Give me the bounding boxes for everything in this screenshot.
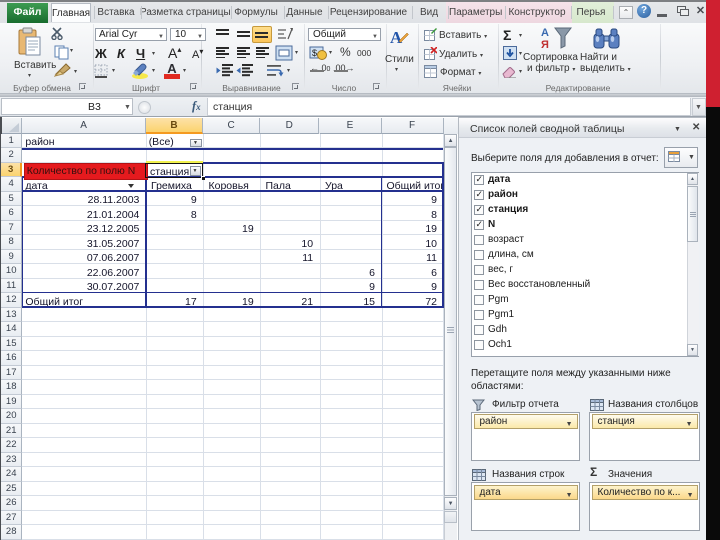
svg-text:A: A xyxy=(390,28,403,47)
svg-text:А: А xyxy=(541,27,549,39)
svg-text:$: $ xyxy=(312,48,317,58)
svg-text:Я: Я xyxy=(541,39,549,50)
